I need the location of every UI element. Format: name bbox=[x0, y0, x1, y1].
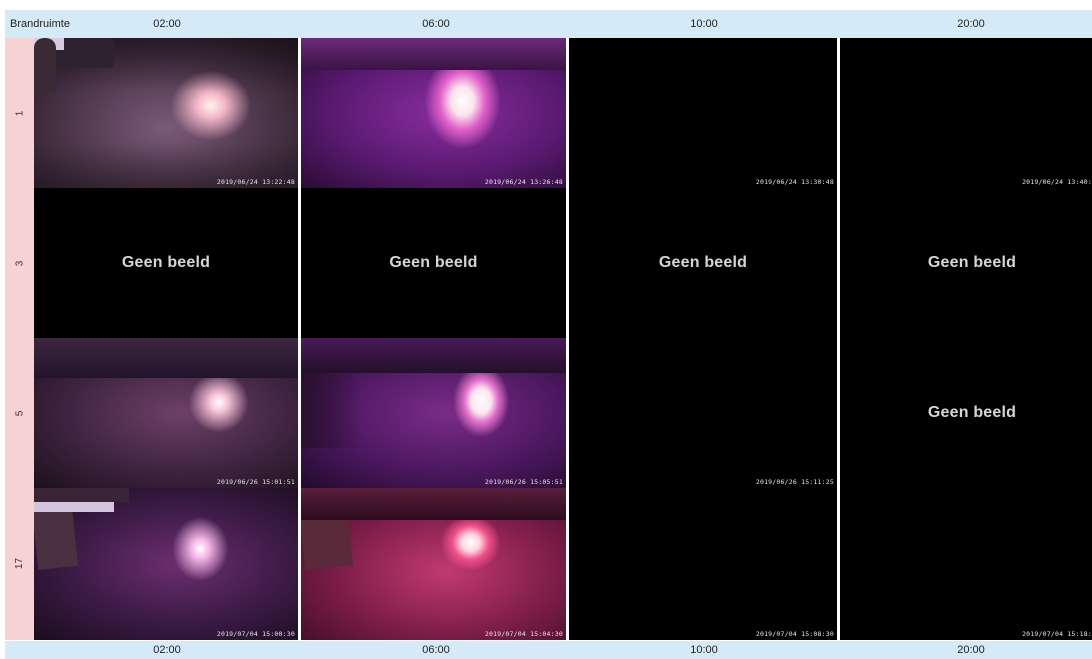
no-image-label: Geen beeld bbox=[658, 254, 748, 271]
frame-r1-c2[interactable]: 2019/06/24 13:26:48 bbox=[301, 38, 566, 188]
frame-r2-c1[interactable]: Geen beeld bbox=[34, 188, 298, 338]
row-label-5: 5 bbox=[14, 410, 25, 416]
frame-r2-c4[interactable]: Geen beeld bbox=[840, 188, 1092, 338]
frame-r1-c4[interactable]: 2019/06/24 13:40: bbox=[840, 38, 1092, 188]
frame-r4-c2[interactable]: 2019/07/04 15:04:30 bbox=[301, 488, 566, 640]
timestamp: 2019/06/24 13:30:48 bbox=[755, 178, 834, 186]
frame-r3-c2[interactable]: 2019/06/26 15:05:51 bbox=[301, 338, 566, 488]
time-footer: 02:00 06:00 10:00 20:00 bbox=[5, 641, 1092, 659]
frame-r2-c2[interactable]: Geen beeld bbox=[301, 188, 566, 338]
timestamp: 2019/06/24 13:26:48 bbox=[484, 178, 563, 186]
no-image-label: Geen beeld bbox=[927, 404, 1017, 421]
time-header-col-3: 10:00 bbox=[690, 18, 718, 30]
frame-r4-c1[interactable]: 2019/07/04 15:00:30 bbox=[34, 488, 298, 640]
frame-r4-c3[interactable]: 2019/07/04 15:08:30 bbox=[569, 488, 837, 640]
timestamp: 2019/06/24 13:40: bbox=[1022, 178, 1092, 186]
timestamp: 2019/06/26 15:05:51 bbox=[484, 478, 563, 486]
time-footer-col-1: 02:00 bbox=[153, 644, 181, 656]
timestamp: 2019/06/24 13:22:48 bbox=[216, 178, 295, 186]
frame-r3-c1[interactable]: 2019/06/26 15:01:51 bbox=[34, 338, 298, 488]
frame-r2-c3[interactable]: Geen beeld bbox=[569, 188, 837, 338]
time-footer-col-3: 10:00 bbox=[690, 644, 718, 656]
time-header: Brandruimte 02:00 06:00 10:00 20:00 bbox=[5, 10, 1092, 38]
no-image-label: Geen beeld bbox=[389, 254, 478, 271]
timestamp: 2019/06/26 15:11:25 bbox=[755, 478, 834, 486]
no-image-label: Geen beeld bbox=[927, 254, 1017, 271]
frame-r3-c4[interactable]: Geen beeld bbox=[840, 338, 1092, 488]
time-footer-col-4: 20:00 bbox=[957, 644, 985, 656]
column-10: 2019/06/24 13:30:48 Geen beeld 2019/06/2… bbox=[569, 38, 837, 640]
frame-r1-c1[interactable]: 2019/06/24 13:22:48 bbox=[34, 38, 298, 188]
column-20: 2019/06/24 13:40: Geen beeld Geen beeld … bbox=[840, 38, 1092, 640]
timestamp: 2019/06/26 15:01:51 bbox=[216, 478, 295, 486]
row-label-1: 1 bbox=[14, 110, 25, 116]
timestamp: 2019/07/04 15:04:30 bbox=[484, 630, 563, 638]
time-header-col-1: 02:00 bbox=[153, 18, 181, 30]
time-header-col-2: 06:00 bbox=[422, 18, 450, 30]
timestamp: 2019/07/04 15:08:30 bbox=[755, 630, 834, 638]
frame-r3-c3[interactable]: 2019/06/26 15:11:25 bbox=[569, 338, 837, 488]
camera-grid: 2019/06/24 13:22:48 Geen beeld 2019/06/2… bbox=[34, 38, 1092, 640]
frame-r1-c3[interactable]: 2019/06/24 13:30:48 bbox=[569, 38, 837, 188]
time-footer-col-2: 06:00 bbox=[422, 644, 450, 656]
column-06: 2019/06/24 13:26:48 Geen beeld 2019/06/2… bbox=[301, 38, 566, 640]
row-labels: 1 3 5 17 bbox=[5, 38, 34, 640]
column-02: 2019/06/24 13:22:48 Geen beeld 2019/06/2… bbox=[34, 38, 298, 640]
no-image-label: Geen beeld bbox=[121, 254, 211, 271]
row-label-3: 3 bbox=[14, 260, 25, 266]
frame-r4-c4[interactable]: 2019/07/04 15:18: bbox=[840, 488, 1092, 640]
timestamp: 2019/07/04 15:18: bbox=[1022, 630, 1092, 638]
timestamp: 2019/07/04 15:00:30 bbox=[216, 630, 295, 638]
row-label-17: 17 bbox=[14, 557, 25, 569]
time-header-col-4: 20:00 bbox=[957, 18, 985, 30]
